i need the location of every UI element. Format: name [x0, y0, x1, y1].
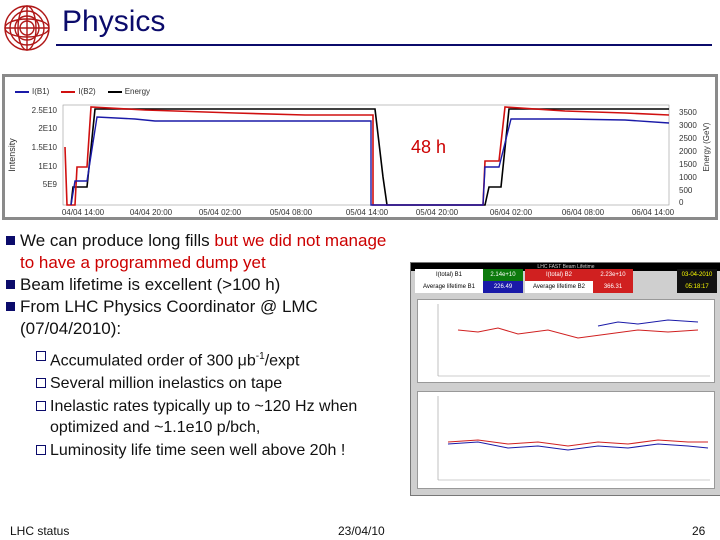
y-right-tick: 1500 — [679, 160, 697, 169]
monitor-label: I(total) B1 — [415, 269, 483, 281]
y-right-label: Energy (GeV) — [702, 122, 711, 171]
series-energy — [70, 108, 669, 206]
cern-logo — [4, 5, 50, 51]
x-tick: 05/04 20:00 — [416, 208, 459, 217]
monitor-time: 05:18:17 — [677, 281, 717, 293]
page-title: Physics — [62, 5, 166, 38]
y-right-tick: 500 — [679, 186, 693, 195]
y-right-tick: 0 — [679, 198, 684, 207]
y-left-tick: 2E10 — [38, 124, 57, 133]
monitor-date: 03-04-2010 — [677, 269, 717, 281]
series-i-b1 — [70, 116, 670, 206]
y-left-tick: 1E10 — [38, 162, 57, 171]
footer-left: LHC status — [10, 524, 70, 538]
y-right-tick: 2000 — [679, 147, 697, 156]
lower-plot-svg — [437, 396, 710, 481]
x-tick: 06/04 14:00 — [632, 208, 675, 217]
x-tick: 04/04 14:00 — [62, 208, 105, 217]
duration-annotation: 48 h — [411, 137, 446, 157]
y-left-tick: 2.5E10 — [32, 106, 58, 115]
monitor-plot-lower — [417, 391, 715, 489]
beam-intensity-chart: I(B1) I(B2) Energy Intensity 5E9 1E10 1.… — [2, 74, 718, 220]
monitor-plot-upper — [417, 299, 715, 383]
x-tick: 05/04 14:00 — [346, 208, 389, 217]
monitor-value: 226.49 — [483, 281, 523, 293]
bullet-coordinator: From LHC Physics Coordinator @ LMC (07/0… — [4, 296, 404, 340]
title-underline — [56, 44, 712, 46]
chart-area: I(B1) I(B2) Energy Intensity 5E9 1E10 1.… — [5, 77, 715, 217]
bullet-list: We can produce long fills but we did not… — [4, 230, 404, 461]
y-right-tick: 1000 — [679, 173, 697, 182]
y-right-tick: 2500 — [679, 134, 697, 143]
y-right-tick: 3500 — [679, 108, 697, 117]
footer-date: 23/04/10 — [338, 524, 385, 538]
upper-plot-svg — [437, 304, 710, 377]
lifetime-monitor-image: LHC FAST Beam Lifetime I(total) B1 2.14e… — [410, 262, 720, 496]
bullet-long-fills: We can produce long fills but we did not… — [4, 230, 404, 274]
chart-svg: Intensity 5E9 1E10 1.5E10 2E10 2.5E10 0 … — [7, 104, 711, 217]
monitor-value: 366.31 — [593, 281, 633, 293]
monitor-value: 2.23e+10 — [593, 269, 633, 281]
y-left-tick: 1.5E10 — [32, 143, 58, 152]
x-tick: 04/04 20:00 — [130, 208, 173, 217]
y-left-tick: 5E9 — [43, 180, 58, 189]
monitor-label: I(total) B2 — [525, 269, 593, 281]
bullet-lifetime: Beam lifetime is excellent (>100 h) — [4, 274, 404, 296]
y-right-tick: 3000 — [679, 121, 697, 130]
y-left-label: Intensity — [7, 138, 17, 172]
x-tick: 05/04 08:00 — [270, 208, 313, 217]
x-tick: 06/04 08:00 — [562, 208, 605, 217]
x-tick: 05/04 02:00 — [199, 208, 242, 217]
monitor-value: 2.14e+10 — [483, 269, 523, 281]
plot-frame — [62, 104, 670, 206]
sub-bullet-inelastics: Several million inelastics on tape — [4, 373, 404, 394]
sub-bullet-rates: Inelastic rates typically up to ~120 Hz … — [4, 396, 404, 438]
monitor-label: Average lifetime B1 — [415, 281, 483, 293]
sub-bullet-accumulated: Accumulated order of 300 μb-1/expt — [4, 346, 404, 371]
sub-bullet-luminosity: Luminosity life time seen well above 20h… — [4, 440, 404, 461]
monitor-label: Average lifetime B2 — [525, 281, 593, 293]
x-tick: 06/04 02:00 — [490, 208, 533, 217]
page-number: 26 — [692, 524, 706, 538]
